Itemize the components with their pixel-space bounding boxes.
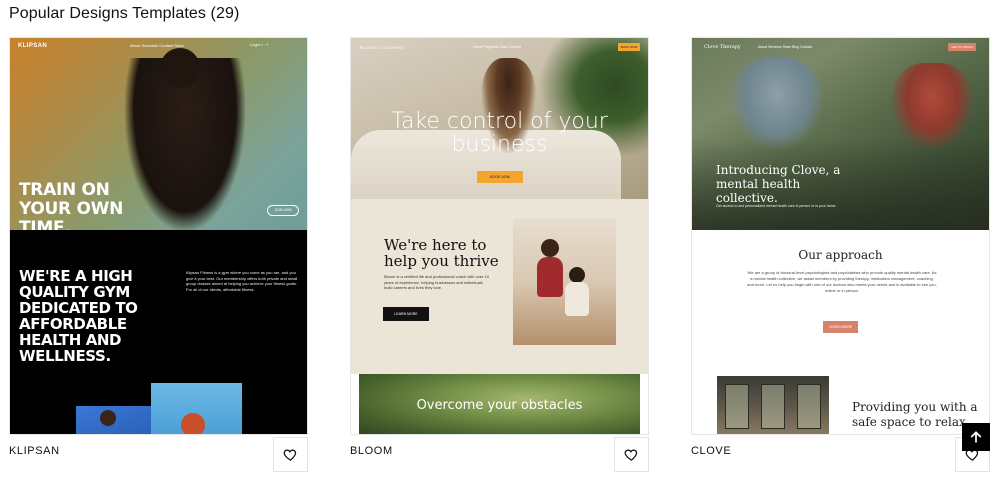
heart-outline-icon [283, 449, 297, 461]
template-preview-clove[interactable]: Clove Therapy About Services Team Blog C… [691, 37, 990, 435]
favorite-button[interactable] [273, 437, 308, 472]
klipsan-nav: About Schedule Contact Store [130, 43, 184, 48]
clove-nav-button: GET IN TOUCH [948, 43, 976, 51]
scroll-to-top-button[interactable] [962, 423, 990, 451]
klipsan-athlete-head [160, 48, 200, 88]
klipsan-logo: KLIPSAN [18, 43, 48, 49]
klipsan-photo-1 [76, 406, 151, 434]
bloom-nav: Home Programs Shop Contact [473, 45, 521, 49]
clove-approach-title: Our approach [798, 248, 883, 262]
clove-hero-image: Clove Therapy About Services Team Blog C… [692, 38, 989, 230]
bloom-leaf-banner: Overcome your obstacles [359, 374, 640, 434]
bloom-hero-image: BLOOM COACHING Home Programs Shop Contac… [351, 38, 648, 199]
bloom-about-section: We're here to help you thrive Bloom is a… [351, 199, 648, 374]
arrow-up-icon [970, 431, 982, 443]
template-card-bloom[interactable]: BLOOM COACHING Home Programs Shop Contac… [350, 37, 649, 473]
template-card-klipsan[interactable]: KLIPSAN About Schedule Contact Store Log… [9, 37, 308, 473]
section-title: Popular Designs Templates (29) [9, 5, 240, 22]
bloom-mid-button: LEARN MORE [383, 307, 429, 321]
clove-approach-section: Our approach We are a group of doctoral-… [692, 230, 989, 434]
klipsan-photo-2 [151, 383, 242, 434]
favorite-button[interactable] [614, 437, 649, 472]
template-name[interactable]: BLOOM [350, 445, 393, 457]
clove-hero-title: Introducing Clove, a mental health colle… [716, 163, 841, 205]
bloom-nav-button: BOOK NOW [618, 43, 640, 51]
template-name[interactable]: KLIPSAN [9, 445, 60, 457]
klipsan-section-text: Klipsan Fitness is a gym where you come … [186, 270, 298, 292]
template-preview-klipsan[interactable]: KLIPSAN About Schedule Contact Store Log… [9, 37, 308, 435]
bloom-mid-text: Bloom is a certified life and profession… [384, 274, 489, 290]
clove-hero-subtitle: Get access to and personalized mental he… [716, 204, 837, 208]
klipsan-about-section: WE'RE A HIGH QUALITY GYM DEDICATED TO AF… [10, 230, 307, 434]
clove-person-1 [732, 58, 822, 148]
klipsan-hero-image: KLIPSAN About Schedule Contact Store Log… [10, 38, 307, 238]
clove-approach-text: We are a group of doctoral-level psychol… [747, 270, 937, 293]
bloom-hero-button: BOOK NOW [477, 171, 523, 183]
template-name[interactable]: CLOVE [691, 445, 731, 457]
bloom-hero-title: Take control of your business [391, 109, 608, 157]
clove-logo: Clove Therapy [704, 44, 741, 50]
bloom-bottom-title: Overcome your obstacles [416, 398, 583, 413]
klipsan-section-headline: WE'RE A HIGH QUALITY GYM DEDICATED TO AF… [19, 267, 138, 365]
template-card-clove[interactable]: Clove Therapy About Services Team Blog C… [691, 37, 990, 473]
clove-nav: About Services Team Blog Contact [758, 45, 813, 49]
bloom-mid-title: We're here to help you thrive [384, 236, 499, 270]
bloom-logo: BLOOM COACHING [360, 45, 405, 50]
clove-person-2 [892, 63, 972, 148]
clove-approach-button: LEARN MORE [823, 321, 858, 333]
template-preview-bloom[interactable]: BLOOM COACHING Home Programs Shop Contac… [350, 37, 649, 435]
heart-outline-icon [624, 449, 638, 461]
klipsan-nav-right: Login ⌕ ◦ f [250, 42, 268, 47]
klipsan-hero-button: JOIN NOW [267, 205, 299, 216]
clove-greenhouse-photo [717, 376, 829, 434]
bloom-team-photo [513, 219, 616, 345]
